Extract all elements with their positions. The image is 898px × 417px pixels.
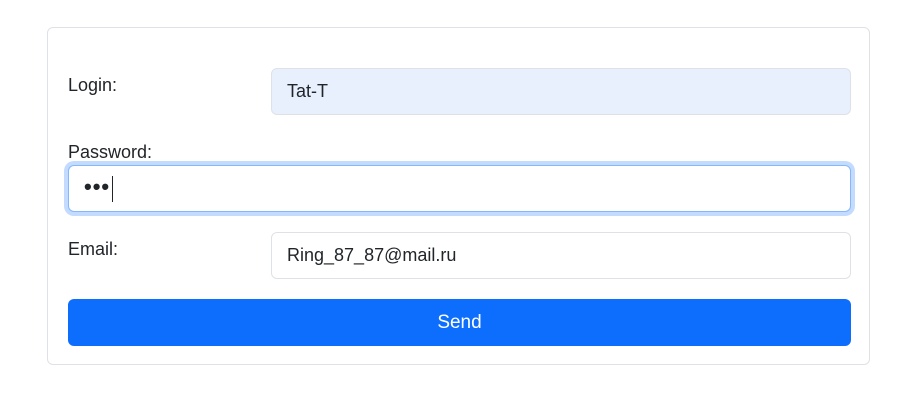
password-input-value: ••• (84, 173, 111, 199)
login-label: Login: (68, 75, 118, 95)
send-button[interactable]: Send (68, 299, 851, 346)
login-input-value: Tat-T (287, 81, 329, 101)
login-input[interactable]: Tat-T (271, 68, 851, 115)
password-input[interactable]: ••• (68, 165, 851, 212)
email-label: Email: (68, 239, 119, 259)
email-input-value: Ring_87_87@mail.ru (287, 245, 457, 265)
text-caret (112, 175, 114, 202)
password-label: Password: (68, 142, 153, 162)
email-input[interactable]: Ring_87_87@mail.ru (271, 232, 851, 279)
